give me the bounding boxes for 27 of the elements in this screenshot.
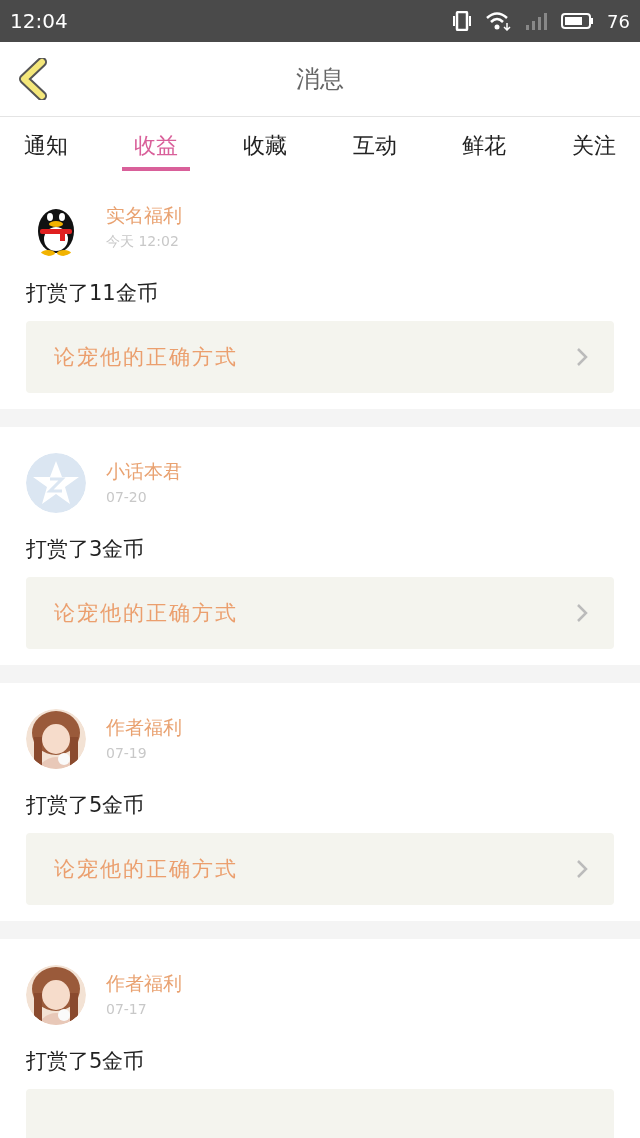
article-title: 论宠他的正确方式 [54,856,238,883]
back-icon[interactable] [18,58,48,100]
status-time: 12:04 [10,9,69,33]
battery-level: 76 [607,10,630,32]
message-text: 打赏了5金币 [26,792,146,819]
tab[interactable]: 收藏 [231,123,300,171]
vibrate-icon [453,11,472,31]
sender-name: 作者福利 [106,715,182,740]
tab[interactable]: 关注 [559,123,628,171]
article-title: 论宠他的正确方式 [54,600,238,627]
sender-name: 实名福利 [106,203,182,228]
message-text: 打赏了11金币 [26,280,159,307]
chevron-icon [576,603,588,623]
sender-name: 小话本君 [106,459,182,484]
message-text: 打赏了3金币 [26,536,146,563]
message-text: 打赏了5金币 [26,1048,146,1075]
sender-name: 作者福利 [106,971,182,996]
tab[interactable]: 鲜花 [450,123,519,171]
chevron-icon [576,859,588,879]
tab[interactable]: 互动 [340,123,409,171]
wifi-icon [485,11,512,31]
battery-icon [561,13,594,29]
chevron-icon [576,347,588,367]
page-title: 消息 [296,64,344,95]
signal-icon [525,12,548,30]
tab[interactable]: 通知 [12,123,80,171]
article-title: 论宠他的正确方式 [54,344,238,371]
